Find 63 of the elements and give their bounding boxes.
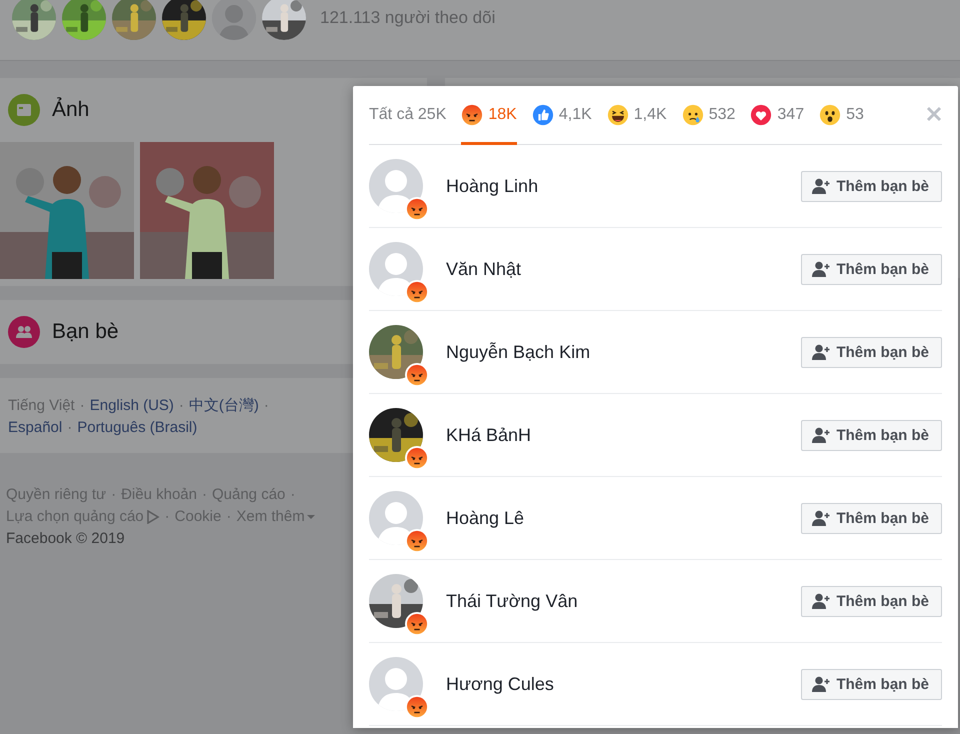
- add-friend-button[interactable]: Thêm bạn bè: [801, 254, 942, 284]
- angry-face-icon: [461, 104, 484, 126]
- laughing-face-icon: [606, 104, 629, 126]
- thumbs-up-icon: [532, 104, 554, 126]
- add-person-icon: [812, 427, 830, 443]
- section-title: Ảnh: [52, 98, 90, 122]
- user-name[interactable]: Hoàng Linh: [446, 176, 802, 196]
- angry-face-icon: [406, 447, 428, 469]
- separator-dot: ·: [67, 418, 72, 438]
- user-name[interactable]: Nguyễn Bạch Kim: [446, 342, 802, 362]
- add-person-icon: [812, 676, 830, 692]
- play-triangle-icon: [146, 510, 160, 524]
- language-link[interactable]: Español: [8, 417, 62, 439]
- add-person-icon: [812, 261, 830, 277]
- add-friend-button[interactable]: Thêm bạn bè: [801, 336, 942, 368]
- language-link[interactable]: 中文(台灣): [188, 395, 259, 417]
- reaction-tab[interactable]: 532: [682, 86, 736, 144]
- reaction-tab[interactable]: 18K: [461, 86, 517, 144]
- add-friend-button[interactable]: Thêm bạn bè: [801, 668, 942, 700]
- language-link[interactable]: Português (Brasil): [77, 417, 198, 439]
- separator-dot: ·: [111, 485, 116, 505]
- angry-face-icon: [406, 613, 428, 635]
- user-name[interactable]: Hương Cules: [446, 674, 802, 694]
- add-person-icon: [812, 510, 830, 526]
- language-link[interactable]: Tiếng Việt: [8, 395, 75, 417]
- surprised-face-icon: [819, 104, 842, 126]
- separator-dot: ·: [202, 485, 207, 505]
- crying-face-icon: [682, 104, 704, 126]
- copyright: Facebook © 2019: [6, 530, 125, 547]
- section-title: Bạn bè: [52, 320, 119, 344]
- angry-face-icon: [406, 198, 428, 220]
- angry-face-icon: [406, 364, 428, 386]
- people-icon: [8, 316, 40, 348]
- close-icon[interactable]: [926, 106, 942, 122]
- add-friend-button[interactable]: Thêm bạn bè: [801, 420, 942, 450]
- angry-face-icon: [406, 696, 428, 718]
- image-icon: [8, 94, 40, 126]
- follower-count: 121.113 người theo dõi: [320, 8, 496, 28]
- add-person-icon: [812, 178, 830, 194]
- add-person-icon: [812, 593, 830, 609]
- reaction-tab[interactable]: 4,1K: [532, 86, 592, 144]
- caret-icon: [306, 514, 315, 520]
- user-name[interactable]: KHá BảnH: [446, 424, 802, 446]
- add-friend-button[interactable]: Thêm bạn bè: [801, 586, 942, 616]
- angry-face-icon: [406, 530, 428, 552]
- add-friend-button[interactable]: Thêm bạn bè: [801, 502, 942, 534]
- user-name[interactable]: Thái Tường Vân: [446, 590, 802, 612]
- separator-dot: ·: [178, 396, 184, 416]
- user-name[interactable]: Hoàng Lê: [446, 508, 802, 528]
- separator-dot: ·: [80, 396, 85, 416]
- reaction-tab[interactable]: 1,4K: [606, 86, 667, 144]
- separator-dot: ·: [164, 507, 170, 527]
- reaction-tab[interactable]: 53: [819, 86, 864, 144]
- separator-dot: ·: [264, 396, 269, 416]
- angry-face-icon: [406, 281, 428, 303]
- reaction-tab[interactable]: Tất cả 25K: [369, 86, 446, 144]
- user-name[interactable]: Văn Nhật: [446, 258, 802, 280]
- add-person-icon: [812, 344, 830, 360]
- language-link[interactable]: English (US): [90, 395, 174, 417]
- reaction-tab[interactable]: 347: [750, 86, 804, 144]
- add-friend-button[interactable]: Thêm bạn bè: [801, 170, 942, 202]
- separator-dot: ·: [290, 485, 296, 505]
- separator-dot: ·: [226, 507, 232, 527]
